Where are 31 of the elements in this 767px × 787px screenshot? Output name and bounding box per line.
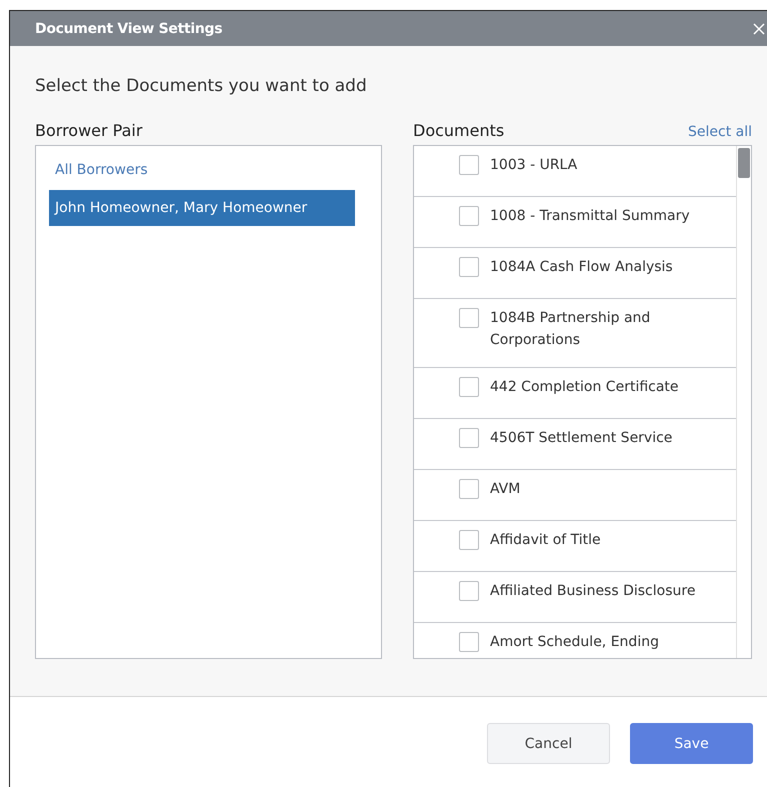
borrower-item[interactable]: All Borrowers <box>49 156 154 184</box>
documents-heading: Documents <box>413 121 504 140</box>
document-label: Affiliated Business Disclosure <box>490 582 696 601</box>
checkbox[interactable] <box>459 479 479 499</box>
close-icon[interactable] <box>753 22 765 34</box>
checkbox[interactable] <box>459 206 479 226</box>
checkbox[interactable] <box>459 257 479 277</box>
document-label: 1084A Cash Flow Analysis <box>490 258 673 277</box>
window-title: Document View Settings <box>35 20 222 36</box>
checkbox[interactable] <box>459 632 479 652</box>
checkbox[interactable] <box>459 530 479 550</box>
borrower-item[interactable]: John Homeowner, Mary Homeowner <box>49 190 355 226</box>
instruction-text: Select the Documents you want to add <box>35 76 367 96</box>
save-button[interactable]: Save <box>630 723 753 764</box>
document-label: AVM <box>490 480 520 499</box>
select-all-link[interactable]: Select all <box>688 124 752 140</box>
document-label: Affidavit of Title <box>490 531 601 550</box>
document-label: 1008 - Transmittal Summary <box>490 207 690 226</box>
scrollbar[interactable] <box>736 146 751 658</box>
checkbox[interactable] <box>459 581 479 601</box>
checkbox[interactable] <box>459 155 479 175</box>
document-label: 4506T Settlement Service <box>490 429 672 448</box>
checkbox[interactable] <box>459 308 479 328</box>
borrower-pair-heading: Borrower Pair <box>35 121 142 140</box>
document-label: 442 Completion Certificate <box>490 378 679 397</box>
document-label: 1084B Partnership and Corporations <box>490 309 652 350</box>
document-label: Amort Schedule, Ending <box>490 633 659 652</box>
document-label: 1003 - URLA <box>490 156 578 175</box>
cancel-button[interactable]: Cancel <box>487 723 610 764</box>
checkbox[interactable] <box>459 428 479 448</box>
checkbox[interactable] <box>459 377 479 397</box>
